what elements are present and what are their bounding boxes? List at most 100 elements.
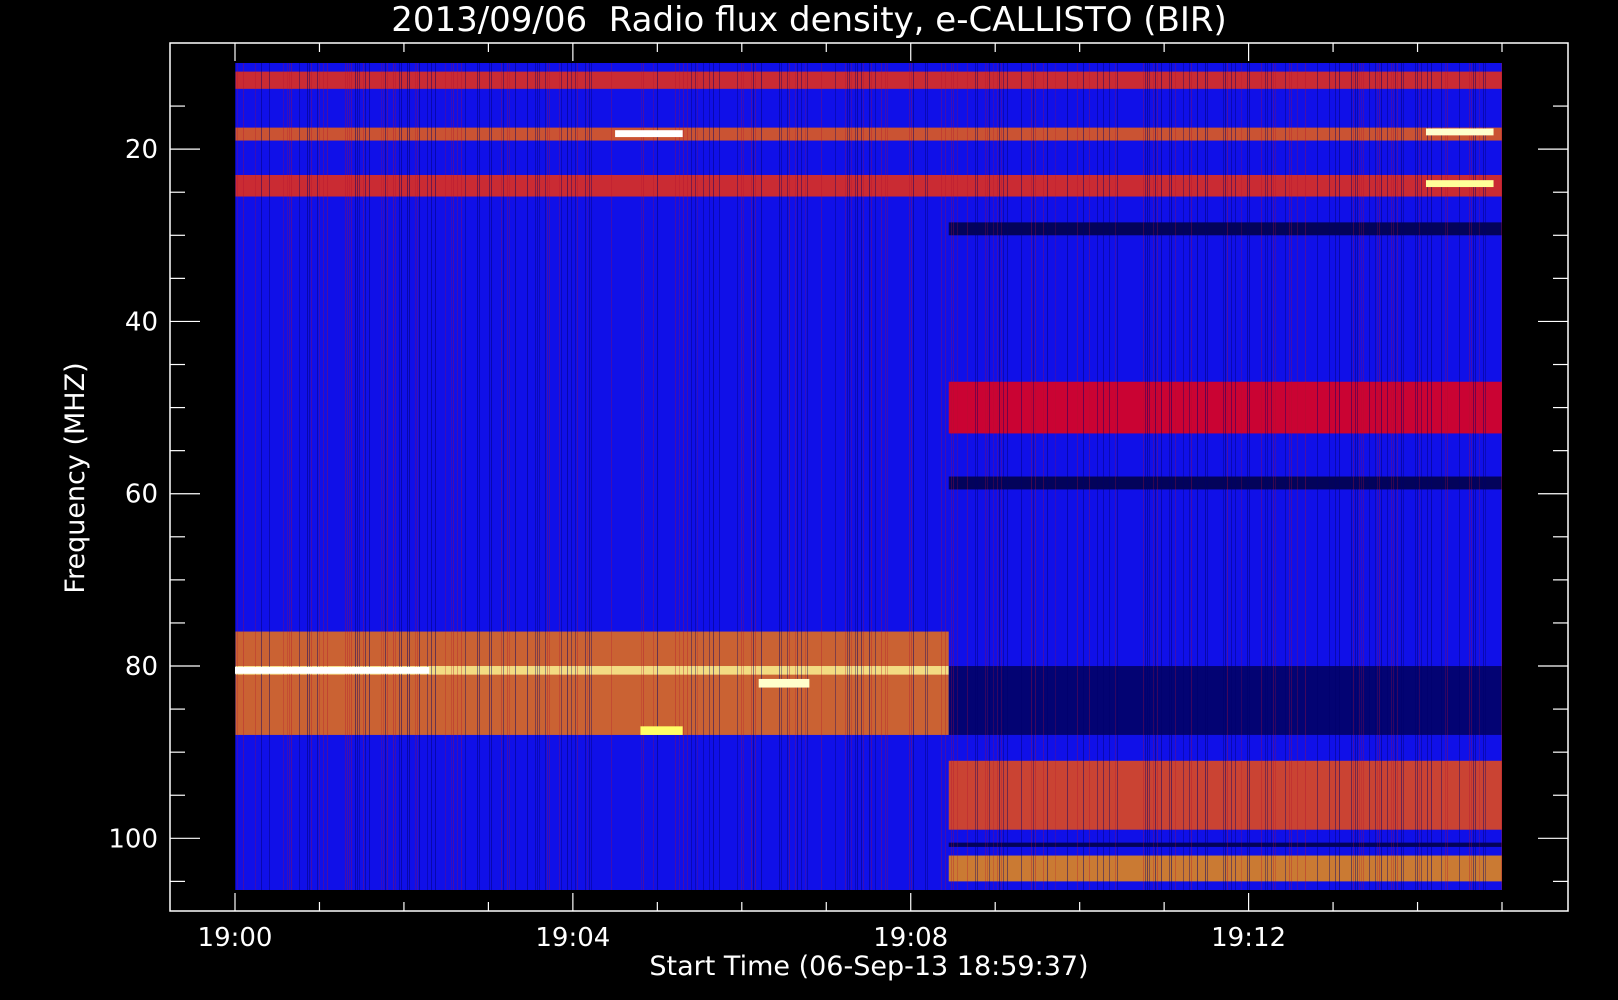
noise-stripe (675, 63, 676, 890)
noise-stripe (975, 63, 976, 890)
noise-stripe (235, 63, 236, 890)
noise-stripe (1183, 63, 1184, 890)
noise-stripe (691, 63, 692, 890)
noise-stripe (1291, 63, 1292, 890)
noise-stripe (537, 63, 538, 890)
noise-stripe (805, 63, 806, 890)
noise-stripe (359, 63, 360, 890)
noise-stripe (679, 63, 680, 890)
noise-stripe (393, 63, 394, 890)
noise-stripe (1355, 63, 1356, 890)
noise-stripe (299, 63, 300, 890)
noise-stripe (317, 63, 318, 890)
noise-stripe (1047, 63, 1048, 890)
noise-stripe (237, 63, 238, 890)
noise-stripe (719, 63, 720, 890)
noise-stripe (1207, 63, 1208, 890)
radio-burst (758, 678, 810, 688)
noise-stripe (909, 63, 910, 890)
noise-stripe (289, 63, 290, 890)
noise-stripe (1007, 63, 1008, 890)
noise-stripe (547, 63, 548, 890)
x-tick-label: 19:04 (535, 923, 610, 953)
noise-stripe (1401, 63, 1402, 890)
noise-stripe (1001, 63, 1002, 890)
noise-stripe (1169, 63, 1170, 890)
noise-stripe (461, 63, 462, 890)
noise-stripe (1357, 63, 1358, 890)
noise-stripe (1375, 63, 1376, 890)
noise-stripe (1339, 63, 1340, 890)
noise-stripe (697, 63, 698, 890)
noise-stripe (1109, 63, 1110, 890)
noise-stripe (737, 63, 738, 890)
noise-stripe (855, 63, 856, 890)
noise-stripe (1501, 63, 1502, 890)
noise-stripe (1103, 63, 1104, 890)
noise-stripe (1077, 63, 1078, 890)
noise-stripe (653, 63, 654, 890)
noise-stripe (589, 63, 590, 890)
noise-stripe (311, 63, 312, 890)
noise-stripe (477, 63, 478, 890)
noise-stripe (941, 63, 942, 890)
noise-stripe (849, 63, 850, 890)
noise-stripe (571, 63, 572, 890)
noise-stripe (363, 63, 364, 890)
noise-stripe (1055, 63, 1056, 890)
noise-stripe (419, 63, 420, 890)
noise-stripe (1035, 63, 1036, 890)
noise-stripe (327, 63, 328, 890)
noise-stripe (1265, 63, 1266, 890)
noise-stripe (857, 63, 858, 890)
noise-stripe (1205, 63, 1206, 890)
noise-stripe (1191, 63, 1192, 890)
x-axis-label: Start Time (06-Sep-13 18:59:37) (649, 951, 1088, 982)
noise-stripe (287, 63, 288, 890)
noise-stripe (575, 63, 576, 890)
noise-stripe (1381, 63, 1382, 890)
noise-stripe (503, 63, 504, 890)
noise-stripe (1419, 63, 1420, 890)
noise-stripe (1083, 63, 1084, 890)
noise-stripe (1033, 63, 1034, 890)
noise-stripe (643, 63, 644, 890)
noise-stripe (1267, 63, 1268, 890)
noise-stripe (407, 63, 408, 890)
noise-stripe (1261, 63, 1262, 890)
noise-stripe (641, 63, 642, 890)
noise-stripe (349, 63, 350, 890)
noise-stripe (1369, 63, 1370, 890)
noise-stripe (1171, 63, 1172, 890)
noise-stripe (509, 63, 510, 890)
noise-stripe (1297, 63, 1298, 890)
noise-stripe (1329, 63, 1330, 890)
noise-stripe (875, 63, 876, 890)
noise-stripe (1231, 63, 1232, 890)
noise-stripe (761, 63, 762, 890)
noise-stripe (365, 63, 366, 890)
noise-stripe (683, 63, 684, 890)
spectral-band (235, 174, 1502, 197)
noise-stripe (507, 63, 508, 890)
noise-stripe (585, 63, 586, 890)
noise-stripe (1289, 63, 1290, 890)
noise-stripe (309, 63, 310, 890)
noise-stripe (1305, 63, 1306, 890)
noise-stripe (501, 63, 502, 890)
noise-stripe (383, 63, 384, 890)
noise-stripe (1271, 63, 1272, 890)
noise-stripe (887, 63, 888, 890)
noise-stripe (515, 63, 516, 890)
noise-stripe (399, 63, 400, 890)
noise-stripe (1143, 63, 1144, 890)
noise-stripe (871, 63, 872, 890)
noise-stripe (993, 63, 994, 890)
noise-stripe (1335, 63, 1336, 890)
noise-stripe (1043, 63, 1044, 890)
noise-stripe (491, 63, 492, 890)
noise-stripe (1197, 63, 1198, 890)
noise-stripe (559, 63, 560, 890)
noise-stripe (851, 63, 852, 890)
noise-stripe (1285, 63, 1286, 890)
